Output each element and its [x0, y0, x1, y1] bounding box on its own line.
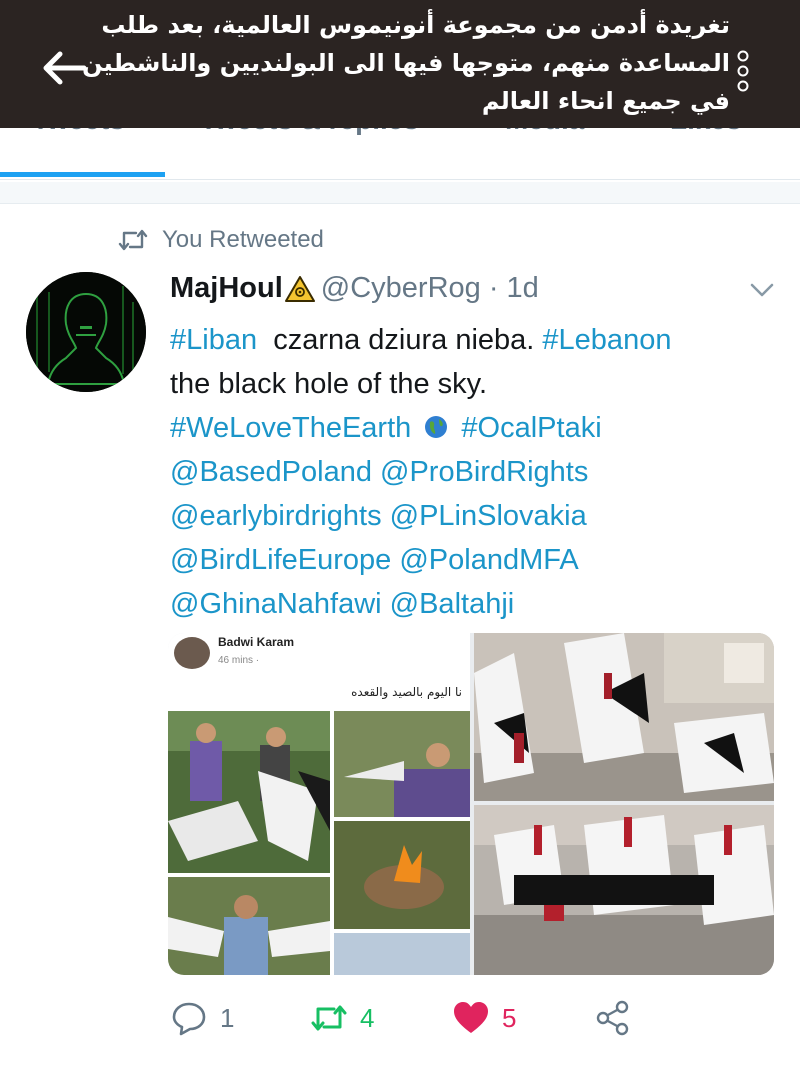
tweet-line: the black hole of the sky. [170, 368, 488, 400]
photo-hunters-with-storks [168, 711, 330, 873]
reply-button[interactable]: 1 [170, 1000, 234, 1036]
caption-line: تغريدة أدمن من مجموعة أنونيموس العالمية،… [101, 11, 730, 39]
chevron-down-icon[interactable] [748, 280, 776, 300]
mentions-line[interactable]: @GhinaNahfawi @Baltahji [170, 582, 780, 626]
retweet-icon [118, 229, 148, 251]
tweet-media[interactable]: Badwi Karam 46 mins · نا اليوم بالصيد وا… [168, 633, 774, 975]
fb-avatar [174, 637, 210, 669]
hashtag-link[interactable]: #WeLoveTheEarth [170, 412, 411, 444]
mentions-line[interactable]: @BirdLifeEurope @PolandMFA [170, 538, 780, 582]
like-button[interactable]: 5 [452, 1000, 516, 1036]
mentions-line[interactable]: @earlybirdrights @PLinSlovakia [170, 494, 780, 538]
earth-globe-icon [425, 416, 448, 438]
tweet-actions: 1 4 5 [170, 1000, 790, 1044]
arabic-caption: تغريدة أدمن من مجموعة أنونيموس العالمية،… [70, 6, 730, 120]
heart-icon [454, 1002, 488, 1033]
retweet-count: 4 [360, 1002, 375, 1033]
facebook-post-screenshot[interactable]: Badwi Karam 46 mins · نا اليوم بالصيد وا… [168, 633, 470, 975]
tweet-line: #Liban czarna dziura nieba. #Lebanon [170, 318, 780, 362]
vertical-dots-icon[interactable] [736, 50, 750, 94]
hashtag-link[interactable]: #Liban [170, 324, 257, 356]
photo-campfire [334, 821, 470, 929]
fb-post-time: 46 mins · [218, 655, 260, 666]
tweet-line: #WeLoveTheEarth #OcalPtaki [170, 406, 780, 450]
caption-line: في جميع انحاء العالم [481, 87, 730, 115]
reply-count: 1 [220, 1002, 235, 1033]
photo-dead-storks-wall[interactable] [474, 633, 774, 801]
retweet-context: You Retweeted [118, 226, 324, 254]
photo-hunter-with-bird [334, 711, 470, 817]
retweet-label: You Retweeted [162, 226, 324, 253]
hashtag-link[interactable]: #Lebanon [542, 324, 671, 356]
section-divider [0, 182, 800, 204]
like-count: 5 [502, 1002, 517, 1033]
share-button[interactable] [594, 1000, 632, 1036]
display-name[interactable]: MajHoul [170, 272, 283, 305]
mentions-line[interactable]: @BasedPoland @ProBirdRights [170, 450, 780, 494]
avatar[interactable] [26, 272, 146, 392]
handle-and-time: @CyberRog · 1d [320, 272, 539, 304]
retweet-button[interactable]: 4 [310, 1000, 374, 1036]
hashtag-link[interactable]: #OcalPtaki [461, 412, 601, 444]
photo-dead-storks-row[interactable] [474, 805, 774, 975]
avatar-image [26, 272, 146, 392]
caption-bar: تغريدة أدمن من مجموعة أنونيموس العالمية،… [0, 0, 800, 128]
fb-author-name: Badwi Karam [218, 635, 295, 649]
retweet-icon [311, 1005, 347, 1031]
tweet-text: #Liban czarna dziura nieba. #Lebanon the… [170, 318, 780, 626]
biohazard-warning-icon [284, 275, 315, 302]
caption-line: المساعدة منهم، متوجها فيها الى البولنديي… [82, 49, 730, 77]
photo-man-with-stork [168, 877, 330, 975]
fb-post-text: نا اليوم بالصيد والقعده [351, 685, 462, 699]
photo-sky [334, 933, 470, 975]
reply-icon [172, 1002, 206, 1036]
active-tab-indicator [0, 172, 165, 177]
tweet-header: MajHoul @CyberRog · 1d [170, 272, 539, 305]
tweet-text-segment: czarna dziura nieba. [257, 324, 543, 356]
share-icon [596, 1000, 629, 1036]
